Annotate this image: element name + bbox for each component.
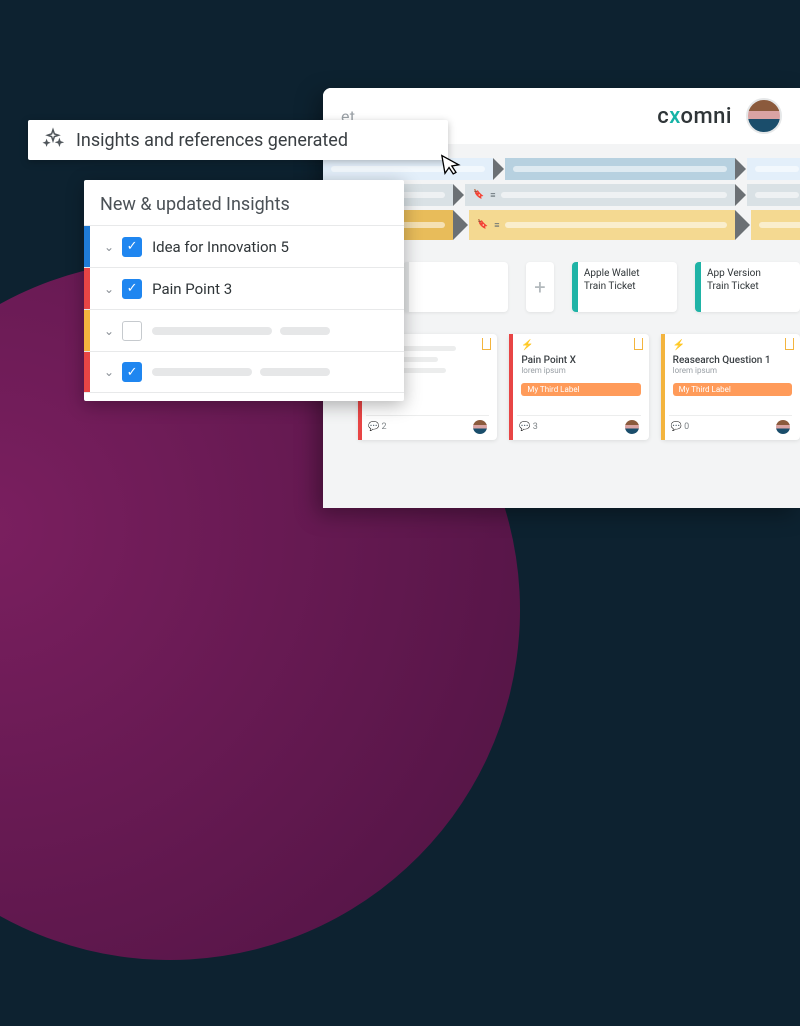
insight-list-item[interactable]: ✓ Pain Point 3: [84, 267, 404, 309]
phase-segment[interactable]: [323, 158, 493, 180]
phase-segment[interactable]: [747, 158, 800, 180]
label-pill[interactable]: My Third Label: [673, 383, 792, 396]
touchpoint-title: App Version: [707, 267, 794, 280]
chevron-down-icon[interactable]: [104, 365, 114, 379]
insights-popup: New & updated Insights ✓ Idea for Innova…: [84, 180, 404, 401]
insight-list-item[interactable]: ✓: [84, 351, 404, 393]
sparkle-icon: [42, 127, 64, 153]
brand-logo: cxomni: [657, 104, 732, 129]
chevron-down-icon[interactable]: [104, 240, 114, 254]
card-avatar: [473, 420, 487, 434]
chevron-down-icon[interactable]: [104, 282, 114, 296]
bookmark-icon[interactable]: [482, 338, 491, 350]
phase-segment[interactable]: [505, 158, 735, 180]
skeleton-line: [152, 368, 252, 376]
insight-list-item[interactable]: ✓ Idea for Innovation 5: [84, 225, 404, 267]
insight-label: Idea for Innovation 5: [152, 238, 289, 256]
touchpoint-card[interactable]: Apple Wallet Train Ticket: [572, 262, 677, 312]
insight-card[interactable]: ⚡ Reasearch Question 1 lorem ipsum My Th…: [661, 334, 800, 440]
comment-count: 💬 3: [519, 422, 538, 432]
list-icon[interactable]: ≡: [494, 220, 499, 231]
card-stripe: [509, 334, 513, 440]
insight-list-item[interactable]: [84, 309, 404, 351]
phase-segment[interactable]: 🔖 ≡: [469, 210, 735, 240]
toast-message: Insights and references generated: [76, 130, 348, 151]
label-pill[interactable]: My Third Label: [521, 383, 640, 396]
bolt-icon: ⚡: [673, 340, 792, 351]
bolt-icon: ⚡: [521, 340, 640, 351]
skeleton-line: [260, 368, 330, 376]
color-tag: [84, 268, 90, 309]
bookmark-icon[interactable]: [634, 338, 643, 350]
popup-title: New & updated Insights: [84, 180, 404, 225]
phase-segment[interactable]: [747, 184, 800, 206]
skeleton-line: [152, 327, 272, 335]
color-tag: [84, 226, 90, 267]
bookmark-icon[interactable]: 🔖: [477, 220, 488, 230]
add-touchpoint-button[interactable]: +: [526, 262, 554, 312]
chevron-down-icon[interactable]: [104, 324, 114, 338]
comment-count: 💬 0: [671, 422, 690, 432]
insight-card-title: Pain Point X: [521, 355, 640, 366]
checkbox[interactable]: ✓: [122, 279, 142, 299]
avatar[interactable]: [746, 98, 782, 134]
checkbox[interactable]: [122, 321, 142, 341]
bookmark-icon[interactable]: 🔖: [473, 190, 484, 200]
insight-card-subtitle: lorem ipsum: [521, 366, 640, 375]
card-avatar: [625, 420, 639, 434]
touchpoint-card-empty[interactable]: [403, 262, 508, 312]
phase-segment[interactable]: 🔖 ≡: [465, 184, 735, 206]
touchpoint-subtitle: Train Ticket: [707, 280, 794, 293]
touchpoint-card[interactable]: App Version Train Ticket: [695, 262, 800, 312]
bookmark-icon[interactable]: [785, 338, 794, 350]
card-stripe: [661, 334, 665, 440]
phase-segment[interactable]: [751, 210, 800, 240]
insight-card[interactable]: ⚡ Pain Point X lorem ipsum My Third Labe…: [509, 334, 648, 440]
insight-card-title: Reasearch Question 1: [673, 355, 792, 366]
color-tag: [84, 310, 90, 351]
color-tag: [84, 352, 90, 392]
card-avatar: [776, 420, 790, 434]
checkbox[interactable]: ✓: [122, 362, 142, 382]
insight-label: Pain Point 3: [152, 280, 232, 298]
toast-notification[interactable]: Insights and references generated: [28, 120, 448, 160]
insight-card-subtitle: lorem ipsum: [673, 366, 792, 375]
checkbox[interactable]: ✓: [122, 237, 142, 257]
touchpoint-title: Apple Wallet: [584, 267, 671, 280]
skeleton-line: [280, 327, 330, 335]
touchpoint-subtitle: Train Ticket: [584, 280, 671, 293]
list-icon[interactable]: ≡: [490, 190, 495, 201]
comment-count: 💬 2: [368, 422, 387, 432]
